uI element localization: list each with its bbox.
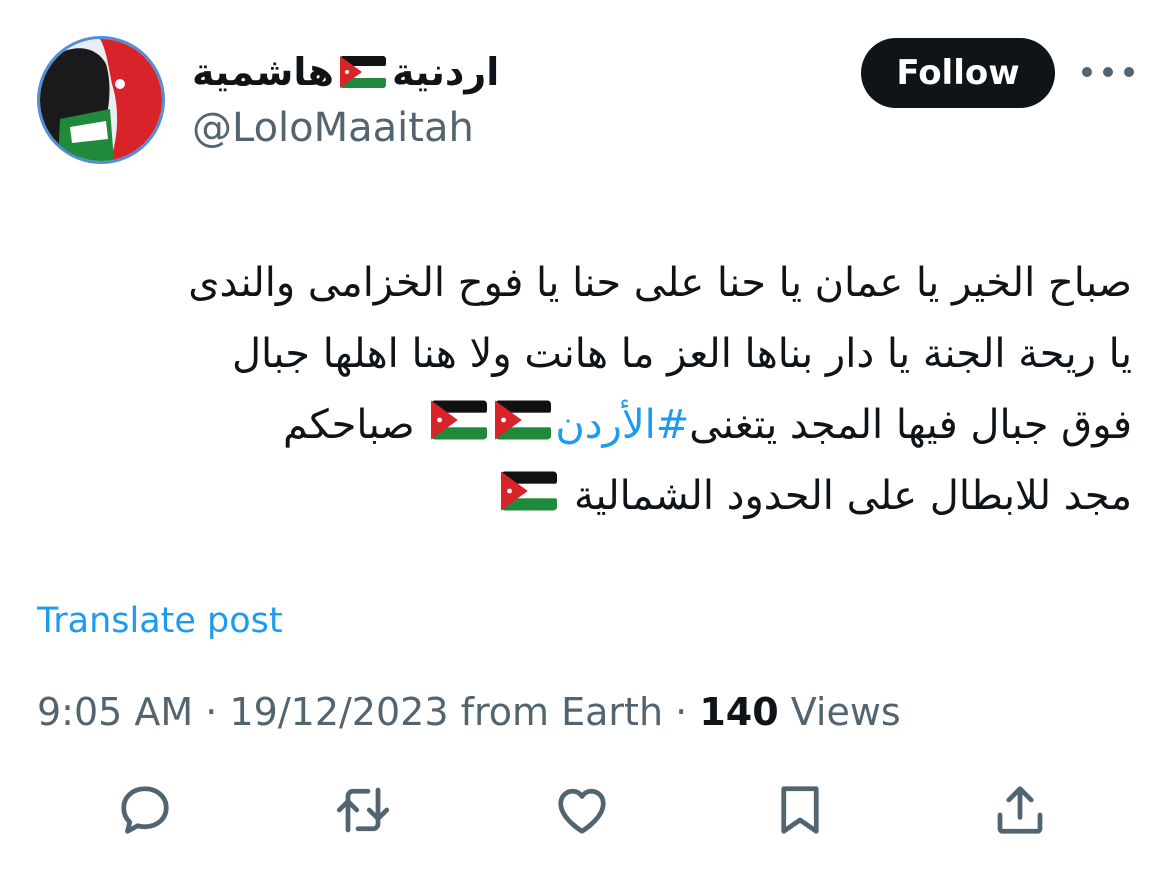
action-bar bbox=[0, 778, 1170, 848]
tweet-time[interactable]: 9:05 AM bbox=[37, 690, 193, 734]
tweet-date[interactable]: 19/12/2023 bbox=[229, 690, 448, 734]
author-name-part2: هاشمية bbox=[192, 50, 335, 94]
share-icon[interactable] bbox=[988, 778, 1052, 842]
jordan-flag-icon bbox=[501, 463, 558, 534]
tweet-text: صباح الخير يا عمان يا حنا على حنا يا فوح… bbox=[38, 248, 1132, 532]
tweet-meta: 9:05 AM · 19/12/2023 from Earth · 140 Vi… bbox=[37, 686, 901, 738]
meta-separator: · bbox=[675, 690, 688, 734]
more-dot bbox=[1082, 67, 1092, 77]
more-dots-icon[interactable] bbox=[1082, 57, 1134, 87]
repost-icon[interactable] bbox=[331, 778, 395, 842]
author-name-part1: اردنية bbox=[392, 50, 500, 94]
tweet-line-3-text: فوق جبال فيها المجد يتغنى bbox=[689, 402, 1132, 448]
views-count[interactable]: 140 bbox=[699, 690, 778, 734]
author-handle[interactable]: @LoloMaaitah bbox=[192, 100, 474, 156]
meta-separator: · bbox=[205, 690, 218, 734]
tweet-line-2: يا ريحة الجنة يا دار بناها العز ما هانت … bbox=[231, 331, 1132, 377]
jordan-flag-icon bbox=[340, 47, 387, 103]
hashtag-link[interactable]: #الأردن bbox=[555, 402, 689, 448]
more-dot bbox=[1103, 67, 1113, 77]
reply-icon[interactable] bbox=[113, 778, 177, 842]
tweet-line-3-suffix: صباحكم bbox=[282, 402, 415, 448]
like-icon[interactable] bbox=[550, 778, 614, 842]
jordan-flag-icon bbox=[431, 392, 488, 463]
views-label[interactable]: Views bbox=[791, 690, 901, 734]
tweet-line-3: فوق جبال فيها المجد يتغنى#الأردن صباحكم bbox=[38, 390, 1132, 461]
avatar[interactable] bbox=[37, 36, 165, 164]
tweet-line-4: مجد للابطال على الحدود الشمالية bbox=[38, 461, 1132, 532]
tweet-line-4-text: مجد للابطال على الحدود الشمالية bbox=[573, 473, 1132, 519]
jordan-flag-icon bbox=[495, 392, 552, 463]
author-name[interactable]: اردنية هاشمية bbox=[192, 44, 499, 103]
more-dot bbox=[1124, 67, 1134, 77]
follow-button[interactable]: Follow bbox=[861, 38, 1055, 108]
translate-post-link[interactable]: Translate post bbox=[37, 597, 283, 645]
tweet-line-1: صباح الخير يا عمان يا حنا على حنا يا فوح… bbox=[188, 260, 1132, 306]
bookmark-icon[interactable] bbox=[768, 778, 832, 842]
tweet-source: from Earth bbox=[460, 690, 664, 734]
